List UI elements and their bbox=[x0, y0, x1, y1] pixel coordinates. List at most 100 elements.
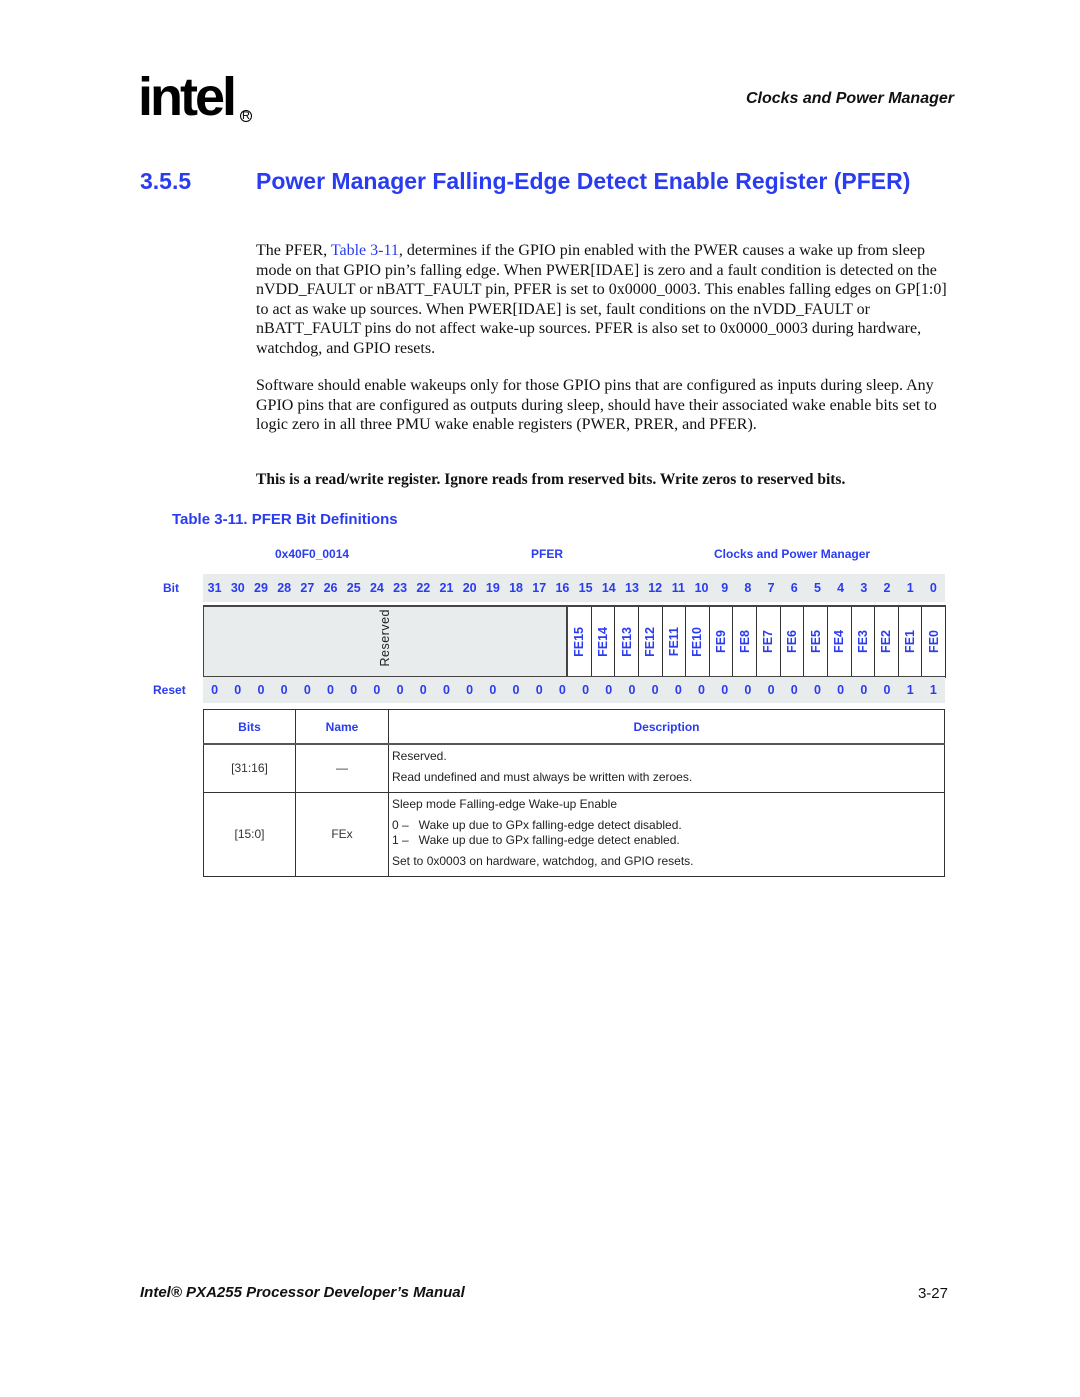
cell-description: Sleep mode Falling-edge Wake-up Enable 0… bbox=[388, 791, 945, 877]
reset-value: 0 bbox=[558, 683, 566, 697]
bit-field-label: FE10 bbox=[690, 626, 705, 657]
reset-value: 0 bbox=[466, 683, 474, 697]
bit-field-label: FE6 bbox=[784, 630, 799, 653]
reset-value: 0 bbox=[280, 683, 288, 697]
bit-field-label: FE9 bbox=[714, 630, 729, 653]
reset-value: 0 bbox=[535, 683, 543, 697]
description-line: Read undefined and must always be writte… bbox=[392, 770, 693, 785]
bit-field-label: FE11 bbox=[666, 626, 681, 657]
bit-number: 8 bbox=[744, 581, 752, 595]
bit-number: 30 bbox=[230, 581, 245, 595]
reset-value: 0 bbox=[651, 683, 659, 697]
bit-field-label: FE3 bbox=[855, 630, 870, 653]
table-caption: Table 3-11. PFER Bit Definitions bbox=[172, 511, 398, 528]
cell-bits: [31:16] bbox=[203, 743, 296, 793]
reset-value: 0 bbox=[721, 683, 729, 697]
bit-field-label: FE14 bbox=[595, 626, 610, 657]
running-header: Clocks and Power Manager bbox=[745, 90, 954, 107]
bit-number: 20 bbox=[462, 581, 477, 595]
paragraph-text: The PFER, bbox=[256, 242, 331, 259]
bit-number: 25 bbox=[346, 581, 361, 595]
bit-number: 26 bbox=[323, 581, 338, 595]
bit-field: FE3 bbox=[852, 607, 876, 676]
bit-number: 19 bbox=[485, 581, 500, 595]
bit-number: 11 bbox=[671, 581, 685, 595]
bit-field: FE1 bbox=[899, 607, 923, 676]
bit-number: 21 bbox=[439, 581, 454, 595]
reserved-field-label: Reserved bbox=[378, 609, 392, 667]
bit-field: FE14 bbox=[592, 607, 616, 676]
description-line: Reserved. bbox=[392, 749, 447, 764]
reset-value: 0 bbox=[211, 683, 219, 697]
description-line: 0 – Wake up due to GPx falling-edge dete… bbox=[392, 818, 682, 832]
bit-number: 31 bbox=[207, 581, 222, 595]
bit-definitions-table: Bits Name Description [31:16] — Reserved… bbox=[203, 709, 945, 877]
reset-value: 1 bbox=[929, 683, 937, 697]
bit-number: 17 bbox=[532, 581, 547, 595]
bit-number: 9 bbox=[721, 581, 729, 595]
bit-number: 6 bbox=[790, 581, 798, 595]
table-row: [31:16] — Reserved. Read undefined and m… bbox=[203, 743, 945, 793]
reset-value: 0 bbox=[582, 683, 590, 697]
bit-field: FE2 bbox=[875, 607, 899, 676]
register-address: 0x40F0_0014 bbox=[275, 547, 350, 561]
bit-number: 4 bbox=[837, 581, 845, 595]
table-header-row: Bits Name Description bbox=[203, 709, 945, 745]
reset-value: 0 bbox=[698, 683, 705, 697]
reset-value: 0 bbox=[674, 683, 682, 697]
bit-number: 5 bbox=[813, 581, 821, 595]
bit-field-label: FE5 bbox=[808, 630, 823, 653]
bit-number: 18 bbox=[509, 581, 523, 595]
bit-field: FE13 bbox=[615, 607, 639, 676]
bit-number: 22 bbox=[416, 581, 431, 595]
bit-field-label: FE0 bbox=[926, 630, 941, 653]
reset-value: 0 bbox=[790, 683, 798, 697]
bit-field-label: FE7 bbox=[761, 630, 776, 653]
header-bits: Bits bbox=[203, 709, 296, 745]
bit-field-label: FE12 bbox=[643, 626, 658, 657]
reset-value: 0 bbox=[767, 683, 775, 697]
reset-value: 0 bbox=[605, 683, 613, 697]
bit-row-label: Bit bbox=[163, 581, 179, 595]
bit-number: 12 bbox=[648, 581, 663, 595]
bit-field: FE5 bbox=[804, 607, 828, 676]
bit-field: FE12 bbox=[639, 607, 663, 676]
reset-value: 0 bbox=[512, 683, 520, 697]
footer-page-number: 3-27 bbox=[917, 1285, 948, 1302]
section-number: 3.5.5 bbox=[140, 168, 192, 194]
bit-number: 13 bbox=[625, 581, 639, 595]
bit-field: FE4 bbox=[828, 607, 852, 676]
register-field-row: Reserved FE15 FE14 FE13 FE12 FE11 FE10 FE9 FE8 F… bbox=[203, 605, 946, 678]
cell-name: FEx bbox=[295, 791, 389, 877]
reset-row-label: Reset bbox=[153, 683, 186, 697]
reset-value: 0 bbox=[373, 683, 381, 697]
section-title: Power Manager Falling-Edge Detect Enable… bbox=[256, 168, 911, 194]
cell-bits: [15:0] bbox=[203, 791, 296, 877]
bit-field: FE0 bbox=[922, 607, 946, 676]
reset-value: 0 bbox=[442, 683, 450, 697]
reset-value: 0 bbox=[489, 683, 497, 697]
reset-value: 0 bbox=[813, 683, 821, 697]
bit-number: 2 bbox=[883, 581, 891, 595]
bit-field-label: FE2 bbox=[879, 630, 894, 653]
registered-mark-icon: R bbox=[240, 110, 253, 122]
header-description: Description bbox=[388, 709, 945, 745]
cell-name: — bbox=[295, 743, 389, 793]
bit-field-label: FE15 bbox=[572, 626, 587, 657]
bit-number: 29 bbox=[254, 581, 268, 595]
reset-value: 0 bbox=[628, 683, 636, 697]
reserved-field: Reserved bbox=[204, 607, 568, 676]
description-line: Set to 0x0003 on hardware, watchdog, and… bbox=[392, 854, 694, 868]
reset-value: 0 bbox=[883, 683, 891, 697]
bit-number: 0 bbox=[929, 581, 937, 595]
reset-value: 0 bbox=[837, 683, 845, 697]
bit-number: 3 bbox=[860, 581, 868, 595]
bit-number-row: 31 30 29 28 27 26 25 24 23 22 21 20 19 18 17 16 15 14 13 12… bbox=[203, 574, 945, 602]
header-name: Name bbox=[295, 709, 389, 745]
table-row: [15:0] FEx Sleep mode Falling-edge Wake-… bbox=[203, 791, 945, 877]
bit-field: FE7 bbox=[757, 607, 781, 676]
logo-text: intel bbox=[138, 67, 237, 127]
table-link[interactable]: Table 3-11 bbox=[331, 242, 399, 259]
bit-field: FE8 bbox=[733, 607, 757, 676]
reset-value: 0 bbox=[303, 683, 311, 697]
